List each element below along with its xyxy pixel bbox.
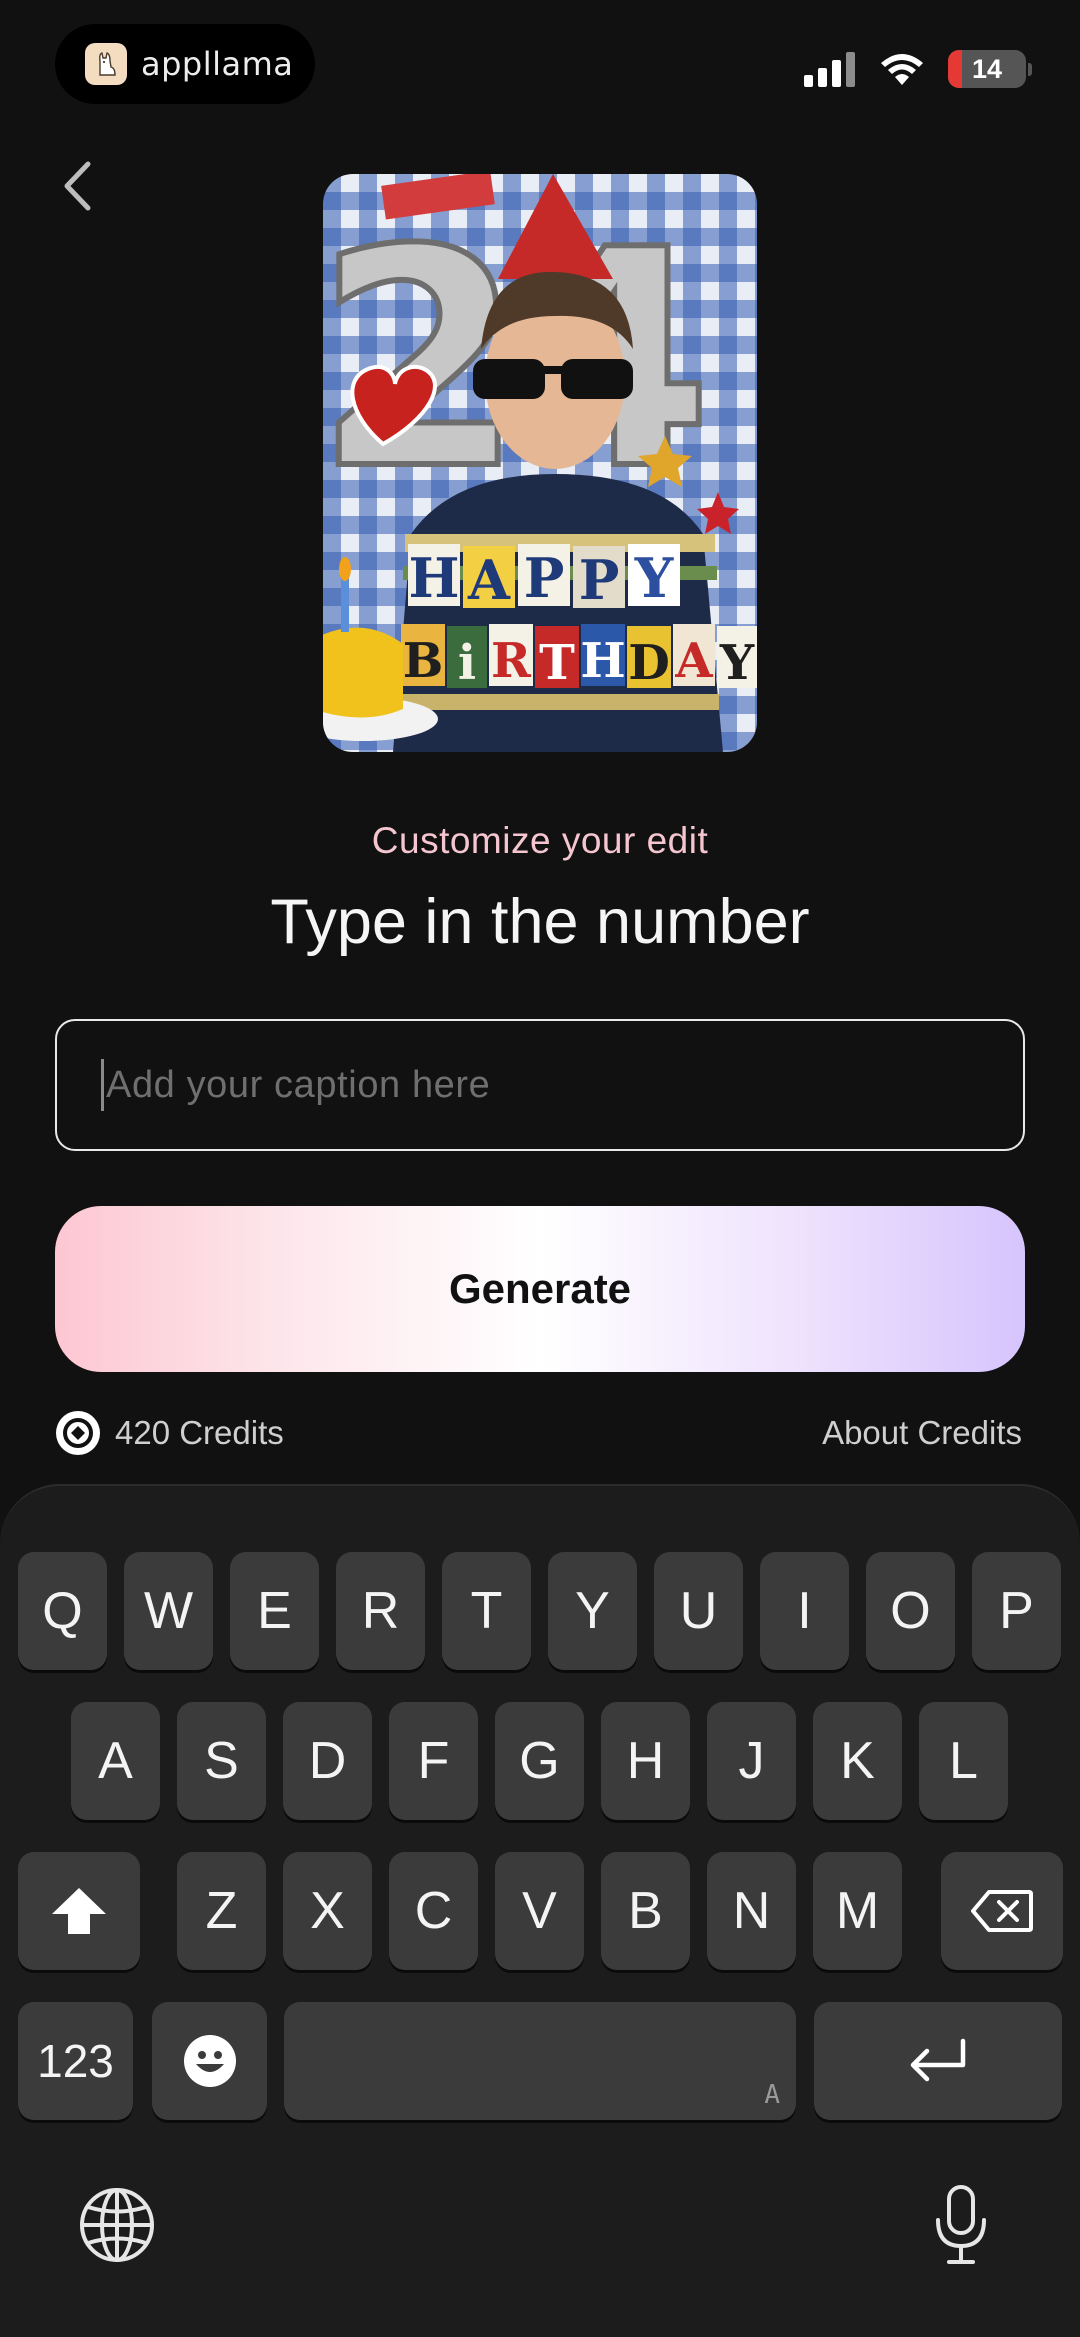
emoji-key[interactable] (152, 2002, 267, 2120)
letter-r: R (491, 633, 532, 689)
letter-p2: P (579, 548, 620, 612)
chevron-left-icon (64, 161, 91, 211)
key-x[interactable]: X (283, 1852, 372, 1970)
backspace-icon (971, 1890, 1033, 1932)
letter-y2: Y (719, 635, 755, 691)
caption-field[interactable] (55, 1019, 1025, 1151)
key-l[interactable]: L (919, 1702, 1008, 1820)
key-z[interactable]: Z (177, 1852, 266, 1970)
key-b[interactable]: B (601, 1852, 690, 1970)
status-icons: 14 (804, 50, 1032, 88)
caption-input[interactable] (106, 1063, 966, 1107)
letter-h2: H (580, 633, 625, 689)
key-k[interactable]: K (813, 1702, 902, 1820)
birthday-illustration: 24 H A P P Y B i R T H (323, 174, 757, 752)
battery-indicator: 14 (948, 50, 1026, 88)
birthday-preview-image: 24 H A P P Y B i R T H (323, 174, 757, 752)
key-c[interactable]: C (389, 1852, 478, 1970)
text-cursor (101, 1059, 104, 1111)
backspace-key[interactable] (941, 1852, 1063, 1970)
letter-h: H (408, 546, 459, 610)
key-j[interactable]: J (707, 1702, 796, 1820)
battery-nub (1028, 62, 1032, 76)
key-m[interactable]: M (813, 1852, 902, 1970)
key-q[interactable]: Q (18, 1552, 107, 1670)
key-y[interactable]: Y (548, 1552, 637, 1670)
emoji-icon (183, 2035, 236, 2087)
key-r[interactable]: R (336, 1552, 425, 1670)
return-arrow-icon (910, 2038, 966, 2082)
key-e[interactable]: E (230, 1552, 319, 1670)
key-g[interactable]: G (495, 1702, 584, 1820)
key-t[interactable]: T (442, 1552, 531, 1670)
battery-level: 14 (971, 53, 1003, 84)
letter-i: i (458, 635, 476, 691)
space-key[interactable]: A (284, 2002, 796, 2120)
shift-key[interactable] (18, 1852, 140, 1970)
credits-label: 420 Credits (115, 1414, 284, 1451)
letter-d: D (628, 635, 670, 691)
key-o[interactable]: O (866, 1552, 955, 1670)
letter-a2: A (674, 633, 713, 689)
globe-icon[interactable] (78, 2186, 156, 2264)
app-pill-label: appllama (141, 45, 294, 83)
key-w[interactable]: W (124, 1552, 213, 1670)
key-u[interactable]: U (654, 1552, 743, 1670)
llama-logo-icon (85, 43, 127, 85)
letter-a: A (467, 548, 511, 612)
key-h[interactable]: H (601, 1702, 690, 1820)
key-i[interactable]: I (760, 1552, 849, 1670)
customize-subtitle: Customize your edit (371, 820, 709, 861)
key-a[interactable]: A (71, 1702, 160, 1820)
credits-coin-icon (56, 1411, 100, 1455)
generate-button[interactable]: Generate (55, 1206, 1025, 1372)
signal-icon (804, 52, 855, 87)
page-title: Type in the number (270, 887, 810, 957)
key-f[interactable]: F (389, 1702, 478, 1820)
key-s[interactable]: S (177, 1702, 266, 1820)
credits-balance: 420 Credits (55, 1410, 284, 1456)
key-d[interactable]: D (283, 1702, 372, 1820)
numbers-key[interactable]: 123 (18, 2002, 133, 2120)
key-p[interactable]: P (972, 1552, 1061, 1670)
microphone-icon[interactable] (933, 2184, 989, 2266)
wifi-icon (881, 54, 923, 85)
letter-p1: P (524, 546, 565, 610)
appllama-pill[interactable]: appllama (55, 24, 315, 104)
about-credits-link[interactable]: About Credits (822, 1414, 1022, 1452)
key-v[interactable]: V (495, 1852, 584, 1970)
space-language-hint: A (764, 2080, 780, 2110)
return-key[interactable] (814, 2002, 1062, 2120)
key-n[interactable]: N (707, 1852, 796, 1970)
letter-t: T (539, 635, 575, 691)
back-button[interactable] (52, 158, 102, 214)
letter-y: Y (634, 546, 675, 610)
shift-arrow-icon (52, 1888, 106, 1934)
letter-b: B (403, 633, 444, 689)
